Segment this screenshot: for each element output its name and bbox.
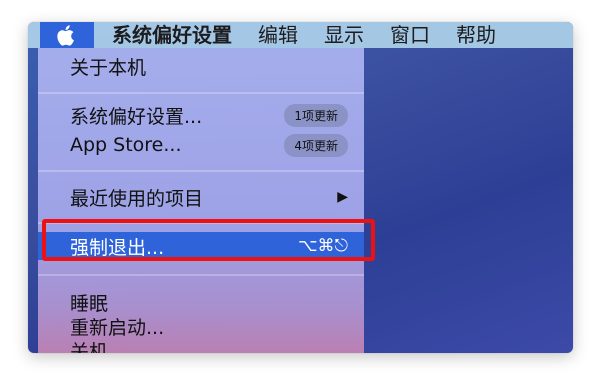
menu-separator	[38, 92, 364, 94]
menubar-item-help[interactable]: 帮助	[456, 22, 496, 48]
menubar-item-window[interactable]: 窗口	[390, 22, 430, 48]
menu-item-about-this-mac[interactable]: 关于本机	[38, 52, 364, 80]
menu-item-label: 系统偏好设置...	[70, 105, 203, 128]
menu-item-system-preferences[interactable]: 系统偏好设置... 1项更新	[38, 101, 364, 129]
screenshot-frame: 系统偏好设置 编辑 显示 窗口 帮助 关于本机 系统偏好设置... 1项更新 A…	[28, 22, 573, 353]
menu-item-app-store[interactable]: App Store... 4项更新	[38, 131, 364, 159]
menu-bar: 系统偏好设置 编辑 显示 窗口 帮助	[28, 22, 573, 48]
menubar-item-system-preferences[interactable]: 系统偏好设置	[112, 22, 232, 48]
menu-item-label: App Store...	[70, 134, 182, 156]
menubar-item-view[interactable]: 显示	[324, 22, 364, 48]
update-badge: 4项更新	[284, 133, 348, 157]
apple-logo-icon	[57, 24, 74, 46]
menu-item-label: 最近使用的项目	[70, 187, 204, 210]
menu-item-label: 关机...	[70, 340, 127, 354]
menu-item-shut-down[interactable]: 关机...	[38, 336, 364, 354]
triangle-right-icon: ▶	[337, 189, 348, 205]
menu-separator	[38, 170, 364, 172]
menubar-item-edit[interactable]: 编辑	[258, 22, 298, 48]
apple-dropdown-menu: 关于本机 系统偏好设置... 1项更新 App Store... 4项更新 最近…	[38, 48, 364, 353]
highlight-annotation-box	[42, 219, 375, 261]
apple-menu-button[interactable]	[40, 22, 94, 48]
update-badge: 1项更新	[284, 103, 348, 127]
menu-item-recent-items[interactable]: 最近使用的项目 ▶	[38, 183, 364, 211]
menu-separator	[38, 274, 364, 276]
menu-item-label: 关于本机	[70, 56, 147, 79]
